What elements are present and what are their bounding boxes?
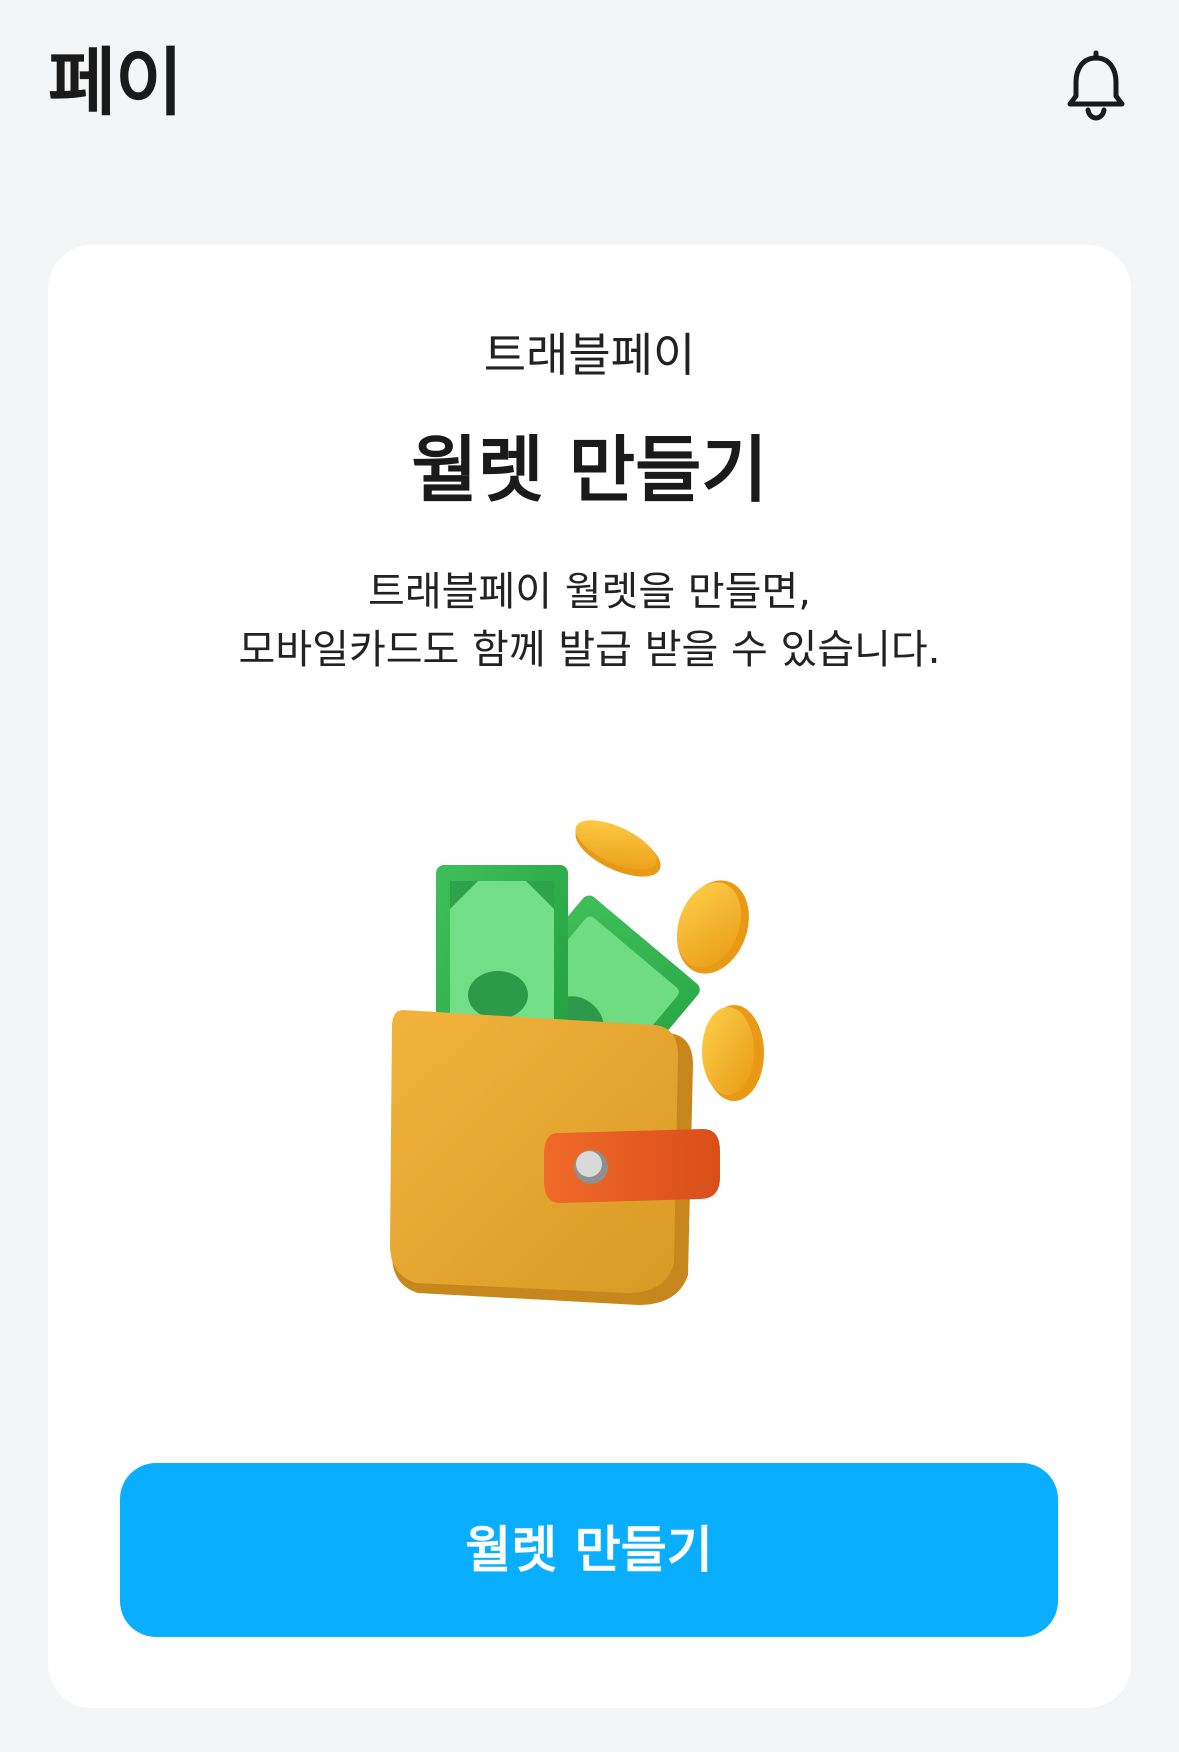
page-title: 페이 bbox=[48, 40, 183, 126]
create-wallet-button[interactable]: 월렛 만들기 bbox=[120, 1463, 1058, 1637]
description-line-2: 모바일카드도 함께 발급 받을 수 있습니다. bbox=[238, 627, 941, 673]
bell-icon[interactable] bbox=[1060, 50, 1132, 122]
top-bar: 페이 bbox=[0, 0, 1179, 180]
wallet-strap bbox=[544, 1129, 720, 1203]
service-name: 트래블페이 bbox=[483, 328, 696, 382]
coin-middle bbox=[677, 880, 749, 974]
description-line-1: 트래블페이 월렛을 만들면, bbox=[368, 569, 811, 615]
coin-top bbox=[575, 820, 661, 877]
card-description: 트래블페이 월렛을 만들면, 모바일카드도 함께 발급 받을 수 있습니다. bbox=[48, 563, 1131, 679]
card-headline: 월렛 만들기 bbox=[411, 428, 768, 512]
wallet-illustration bbox=[348, 815, 848, 1375]
coin-right bbox=[702, 1005, 764, 1101]
wallet-card: 트래블페이 월렛 만들기 트래블페이 월렛을 만들면, 모바일카드도 함께 발급… bbox=[48, 245, 1131, 1708]
